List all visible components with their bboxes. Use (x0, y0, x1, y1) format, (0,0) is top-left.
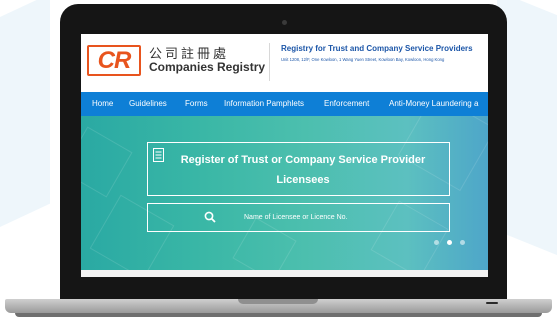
carousel-dot-active[interactable] (447, 240, 452, 245)
registry-address: Unit 1208, 12/F, One Kowloon, 1 Wang Yue… (281, 57, 445, 62)
laptop-screen: CR 公司註冊處 Companies Registry Registry for… (81, 34, 488, 277)
carousel-dot[interactable] (460, 240, 465, 245)
registry-title: Registry for Trust and Company Service P… (281, 44, 473, 53)
header-divider (269, 43, 270, 81)
page-footer-strip (81, 270, 488, 277)
laptop-base-shadow (15, 313, 542, 317)
hex-decoration (81, 126, 133, 198)
register-title-line1: Register of Trust or Company Service Pro… (180, 154, 426, 166)
carousel-dot[interactable] (434, 240, 439, 245)
search-icon (204, 211, 216, 223)
licensee-search-box[interactable]: Name of Licensee or Licence No. (147, 203, 450, 232)
nav-item-information-pamphlets[interactable]: Information Pamphlets (224, 92, 304, 116)
cr-logo[interactable]: CR (87, 45, 141, 76)
laptop-notch (238, 299, 318, 304)
register-licensees-button[interactable]: Register of Trust or Company Service Pro… (147, 142, 450, 196)
background-shape-left (0, 0, 50, 237)
site-header: CR 公司註冊處 Companies Registry Registry for… (81, 34, 488, 92)
hero-banner: Register of Trust or Company Service Pro… (81, 116, 488, 270)
laptop-indicator-light (486, 302, 498, 304)
webcam (282, 20, 287, 25)
search-placeholder: Name of Licensee or Licence No. (244, 214, 348, 221)
nav-item-forms[interactable]: Forms (185, 92, 208, 116)
main-navigation: Home Guidelines Forms Information Pamphl… (81, 92, 488, 116)
logo-english-name: Companies Registry (149, 60, 266, 74)
register-title-line2: Licensees (276, 174, 330, 186)
nav-item-home[interactable]: Home (92, 92, 113, 116)
nav-item-enforcement[interactable]: Enforcement (324, 92, 369, 116)
nav-item-anti-money-laundering[interactable]: Anti-Money Laundering a (389, 92, 478, 116)
nav-item-guidelines[interactable]: Guidelines (129, 92, 167, 116)
register-title: Register of Trust or Company Service Pro… (158, 150, 448, 190)
